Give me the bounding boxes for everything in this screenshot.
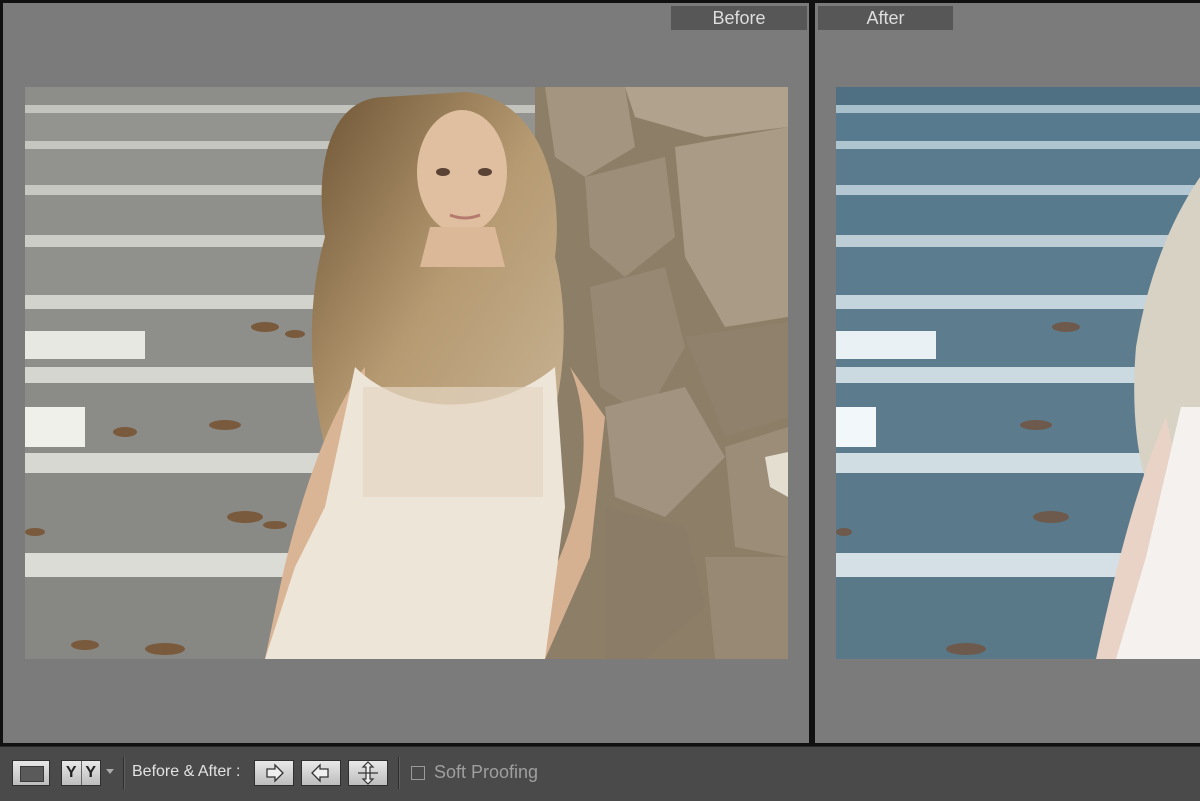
toolbar-divider xyxy=(123,757,125,789)
bottom-toolbar: Y Y Before & After : xyxy=(0,746,1200,801)
before-after-view-button[interactable]: Y Y xyxy=(61,760,101,786)
loupe-view-button[interactable] xyxy=(12,760,50,786)
after-photo-image xyxy=(836,87,1200,659)
app-window: Before After Y Y Before & After: Soft P… xyxy=(0,0,1200,801)
yy-right-glyph: Y xyxy=(80,761,101,785)
soft-proofing-label[interactable]: Soft Proofing xyxy=(434,762,538,783)
before-pane: Before xyxy=(3,3,809,743)
soft-proofing-checkbox[interactable] xyxy=(411,766,425,780)
after-label: After xyxy=(818,6,953,30)
loupe-view-icon xyxy=(20,766,44,782)
after-photo[interactable] xyxy=(836,87,1200,659)
chevron-down-icon[interactable] xyxy=(106,769,114,774)
arrow-right-icon xyxy=(266,763,284,783)
arrow-left-icon xyxy=(311,763,329,783)
copy-before-to-after-button[interactable] xyxy=(254,760,294,786)
swap-before-after-button[interactable] xyxy=(348,760,388,786)
toolbar-divider xyxy=(398,757,400,789)
swap-arrows-icon xyxy=(358,761,378,785)
yy-left-glyph: Y xyxy=(65,764,77,781)
copy-after-to-before-button[interactable] xyxy=(301,760,341,786)
after-pane: After xyxy=(815,3,1200,743)
before-after-label: Before & After : xyxy=(132,763,241,780)
before-photo[interactable] xyxy=(25,87,788,659)
before-photo-image xyxy=(25,87,788,659)
before-label: Before xyxy=(671,6,807,30)
